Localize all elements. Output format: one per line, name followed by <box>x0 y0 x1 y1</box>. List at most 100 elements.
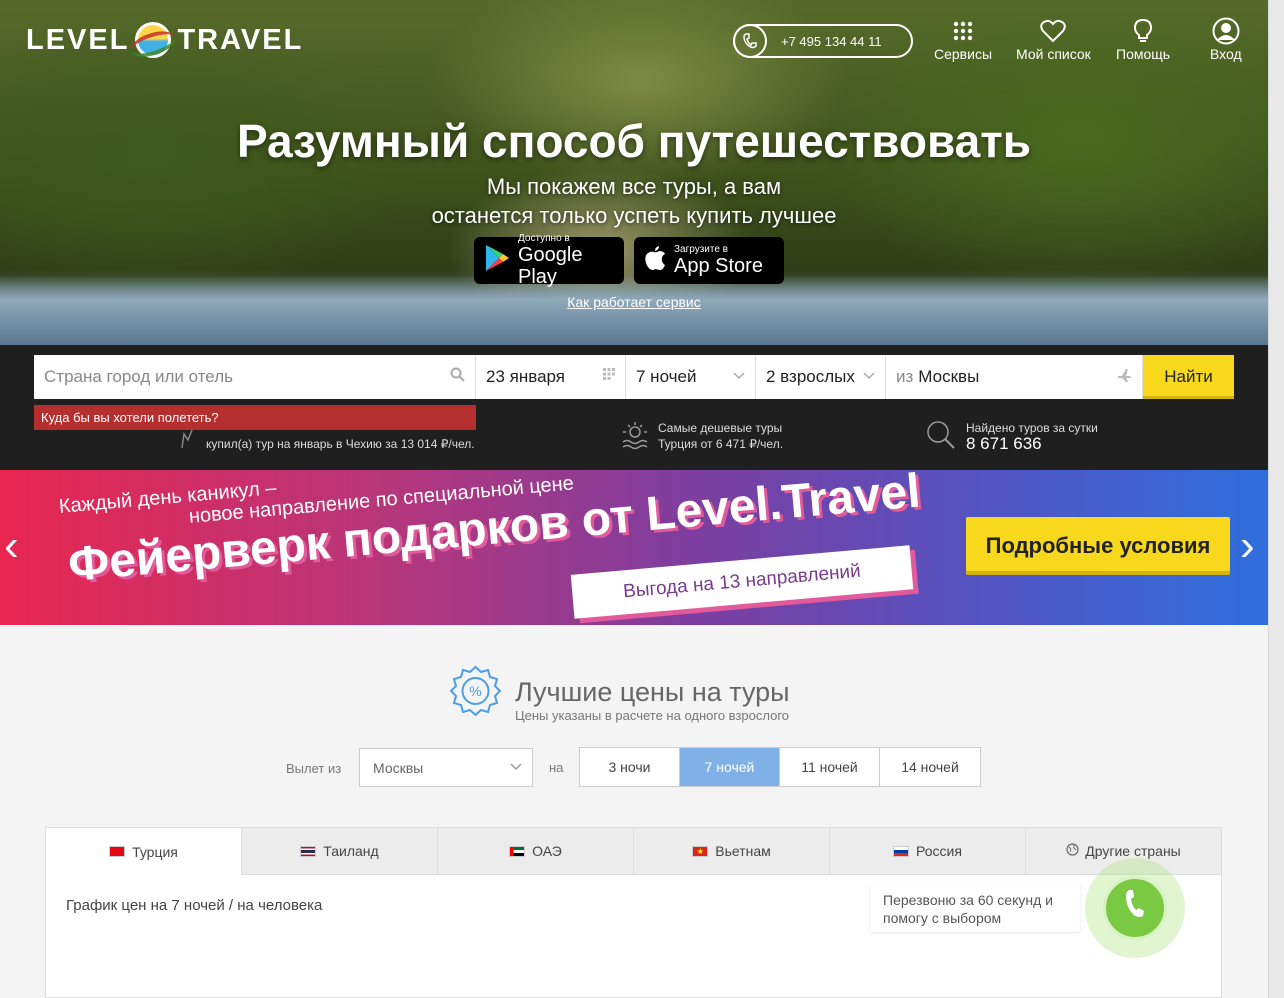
nav-help-label: Помощь <box>1116 46 1171 62</box>
grid-icon <box>934 18 992 44</box>
departure-select[interactable]: Москвы <box>359 748 533 787</box>
chevron-down-icon <box>733 367 745 384</box>
magnifier-icon <box>926 420 956 454</box>
hero-subtitle-line1: Мы покажем все туры, а вам <box>486 174 782 199</box>
tab-other-countries-label: Другие страны <box>1085 843 1181 859</box>
app-store-big: App Store <box>674 255 763 277</box>
banner-details-button[interactable]: Подробные условия <box>966 517 1230 575</box>
guests-select[interactable]: 2 взрослых <box>756 355 886 399</box>
how-it-works-label: Как работает сервис <box>567 294 701 310</box>
tab-turkey-label: Турция <box>132 843 178 860</box>
find-button[interactable]: Найти <box>1143 355 1234 399</box>
nights-option-11[interactable]: 11 ночей <box>780 748 880 786</box>
date-field[interactable]: 23 января <box>476 355 626 399</box>
departure-value: Москвы <box>373 760 424 776</box>
plane-icon <box>1116 367 1132 387</box>
nights-value: 7 ночей <box>636 367 697 386</box>
cheapest-value[interactable]: Турция от 6 471 ₽/чел. <box>658 436 783 452</box>
phone-icon <box>733 24 767 58</box>
banner-prev-icon[interactable]: ‹ <box>4 524 19 568</box>
departure-city-field[interactable]: из Москвы <box>886 355 1143 399</box>
recent-purchase-icon <box>180 428 196 454</box>
nights-option-3[interactable]: 3 ночи <box>580 748 680 786</box>
russia-flag-icon <box>893 845 910 857</box>
hero-subtitle-line2: останется только успеть купить лучшее <box>431 203 837 228</box>
tab-russia[interactable]: Россия <box>830 828 1026 875</box>
destination-input[interactable]: Страна город или отель <box>34 355 476 399</box>
app-store-button[interactable]: Загрузите в App Store <box>634 237 784 284</box>
nights-select[interactable]: 7 ночей <box>626 355 756 399</box>
nights-option-14[interactable]: 14 ночей <box>880 748 980 786</box>
tab-turkey[interactable]: Турция <box>46 828 242 875</box>
how-it-works-link[interactable]: Как работает сервис <box>0 294 1268 310</box>
nav-services-label: Сервисы <box>934 46 993 62</box>
logo-right-text: TRAVEL <box>177 23 304 56</box>
chevron-down-icon <box>510 759 522 774</box>
svg-text:%: % <box>469 683 481 699</box>
callback-button[interactable] <box>1103 876 1167 940</box>
google-play-small: Доступно в <box>518 233 570 244</box>
app-store-small: Загрузите в <box>674 244 728 255</box>
banner-next-icon[interactable]: › <box>1240 524 1255 568</box>
best-prices-subtitle: Цены указаны в расчете на одного взросло… <box>515 708 790 723</box>
nights-option-7[interactable]: 7 ночей <box>680 748 780 786</box>
nav-login[interactable]: Вход <box>1210 17 1242 62</box>
nav-services[interactable]: Сервисы <box>934 18 992 62</box>
callback-prompt: Перезвоню за 60 секунд и помогу с выборо… <box>870 884 1080 932</box>
tab-uae[interactable]: ОАЭ <box>438 828 634 875</box>
tab-uae-label: ОАЭ <box>532 843 562 859</box>
tab-vietnam[interactable]: ★ Вьетнам <box>634 828 830 875</box>
nav-my-list-label: Мой список <box>1016 46 1091 62</box>
uae-flag-icon <box>509 845 526 857</box>
date-value: 23 января <box>486 367 565 386</box>
sun-icon <box>622 420 648 454</box>
google-play-big: Google Play <box>518 244 583 288</box>
logo-left-text: LEVEL <box>26 23 130 56</box>
calendar-icon <box>603 367 615 384</box>
lightbulb-icon <box>1116 18 1170 44</box>
nights-toggle: 3 ночи 7 ночей 11 ночей 14 ночей <box>579 747 981 787</box>
chevron-down-icon <box>863 367 875 384</box>
nav-my-list[interactable]: Мой список <box>1016 18 1091 62</box>
price-graph-label: График цен на 7 ночей / на человека <box>66 897 323 914</box>
logo[interactable]: LEVEL TRAVEL <box>26 22 303 58</box>
hero-subtitle: Мы покажем все туры, а вам останется тол… <box>0 172 1268 230</box>
cheapest-tours: Самые дешевые туры Турция от 6 471 ₽/чел… <box>622 420 783 452</box>
phone-button[interactable]: +7 495 134 44 11 <box>733 24 913 58</box>
tab-thailand-label: Таиланд <box>323 843 379 859</box>
discount-icon: % <box>449 665 502 717</box>
nav-login-label: Вход <box>1210 46 1242 62</box>
departure-label: Вылет из <box>286 761 342 776</box>
guests-value: 2 взрослых <box>766 367 855 386</box>
heart-icon <box>1016 18 1091 44</box>
cheapest-title: Самые дешевые туры <box>658 421 783 435</box>
tab-thailand[interactable]: Таиланд <box>242 828 438 875</box>
turkey-flag-icon <box>109 846 126 857</box>
vietnam-flag-icon: ★ <box>692 845 709 857</box>
scrollbar[interactable] <box>1268 0 1284 998</box>
thailand-flag-icon <box>300 845 317 857</box>
best-prices-title: Лучшие цены на туры <box>515 677 790 707</box>
found-tours: Найдено туров за сутки 8 671 636 <box>926 420 1098 453</box>
tab-vietnam-label: Вьетнам <box>715 843 771 859</box>
recent-purchase: купил(а) тур на январь в Чехию за 13 014… <box>180 420 475 452</box>
user-icon <box>1210 17 1242 45</box>
logo-ball-icon <box>135 22 172 58</box>
phone-icon <box>1123 888 1147 928</box>
hero-pool-image <box>0 275 1268 345</box>
phone-number: +7 495 134 44 11 <box>781 33 882 49</box>
nav-help[interactable]: Помощь <box>1116 18 1170 62</box>
tab-russia-label: Россия <box>916 843 962 859</box>
na-label: на <box>549 760 564 775</box>
found-value: 8 671 636 <box>966 434 1042 453</box>
hero-title: Разумный способ путешествовать <box>236 115 1032 167</box>
destination-placeholder: Страна город или отель <box>44 367 233 386</box>
globe-icon <box>1066 843 1079 859</box>
from-city: Москвы <box>918 367 980 386</box>
google-play-icon <box>484 244 510 277</box>
search-icon <box>450 367 465 386</box>
recent-purchase-text: купил(а) тур на январь в Чехию за 13 014… <box>206 437 475 451</box>
google-play-button[interactable]: Доступно в Google Play <box>474 233 624 288</box>
country-tabs: Турция Таиланд ОАЭ ★ Вьетнам Россия Друг… <box>46 828 1221 875</box>
apple-icon <box>644 245 666 276</box>
